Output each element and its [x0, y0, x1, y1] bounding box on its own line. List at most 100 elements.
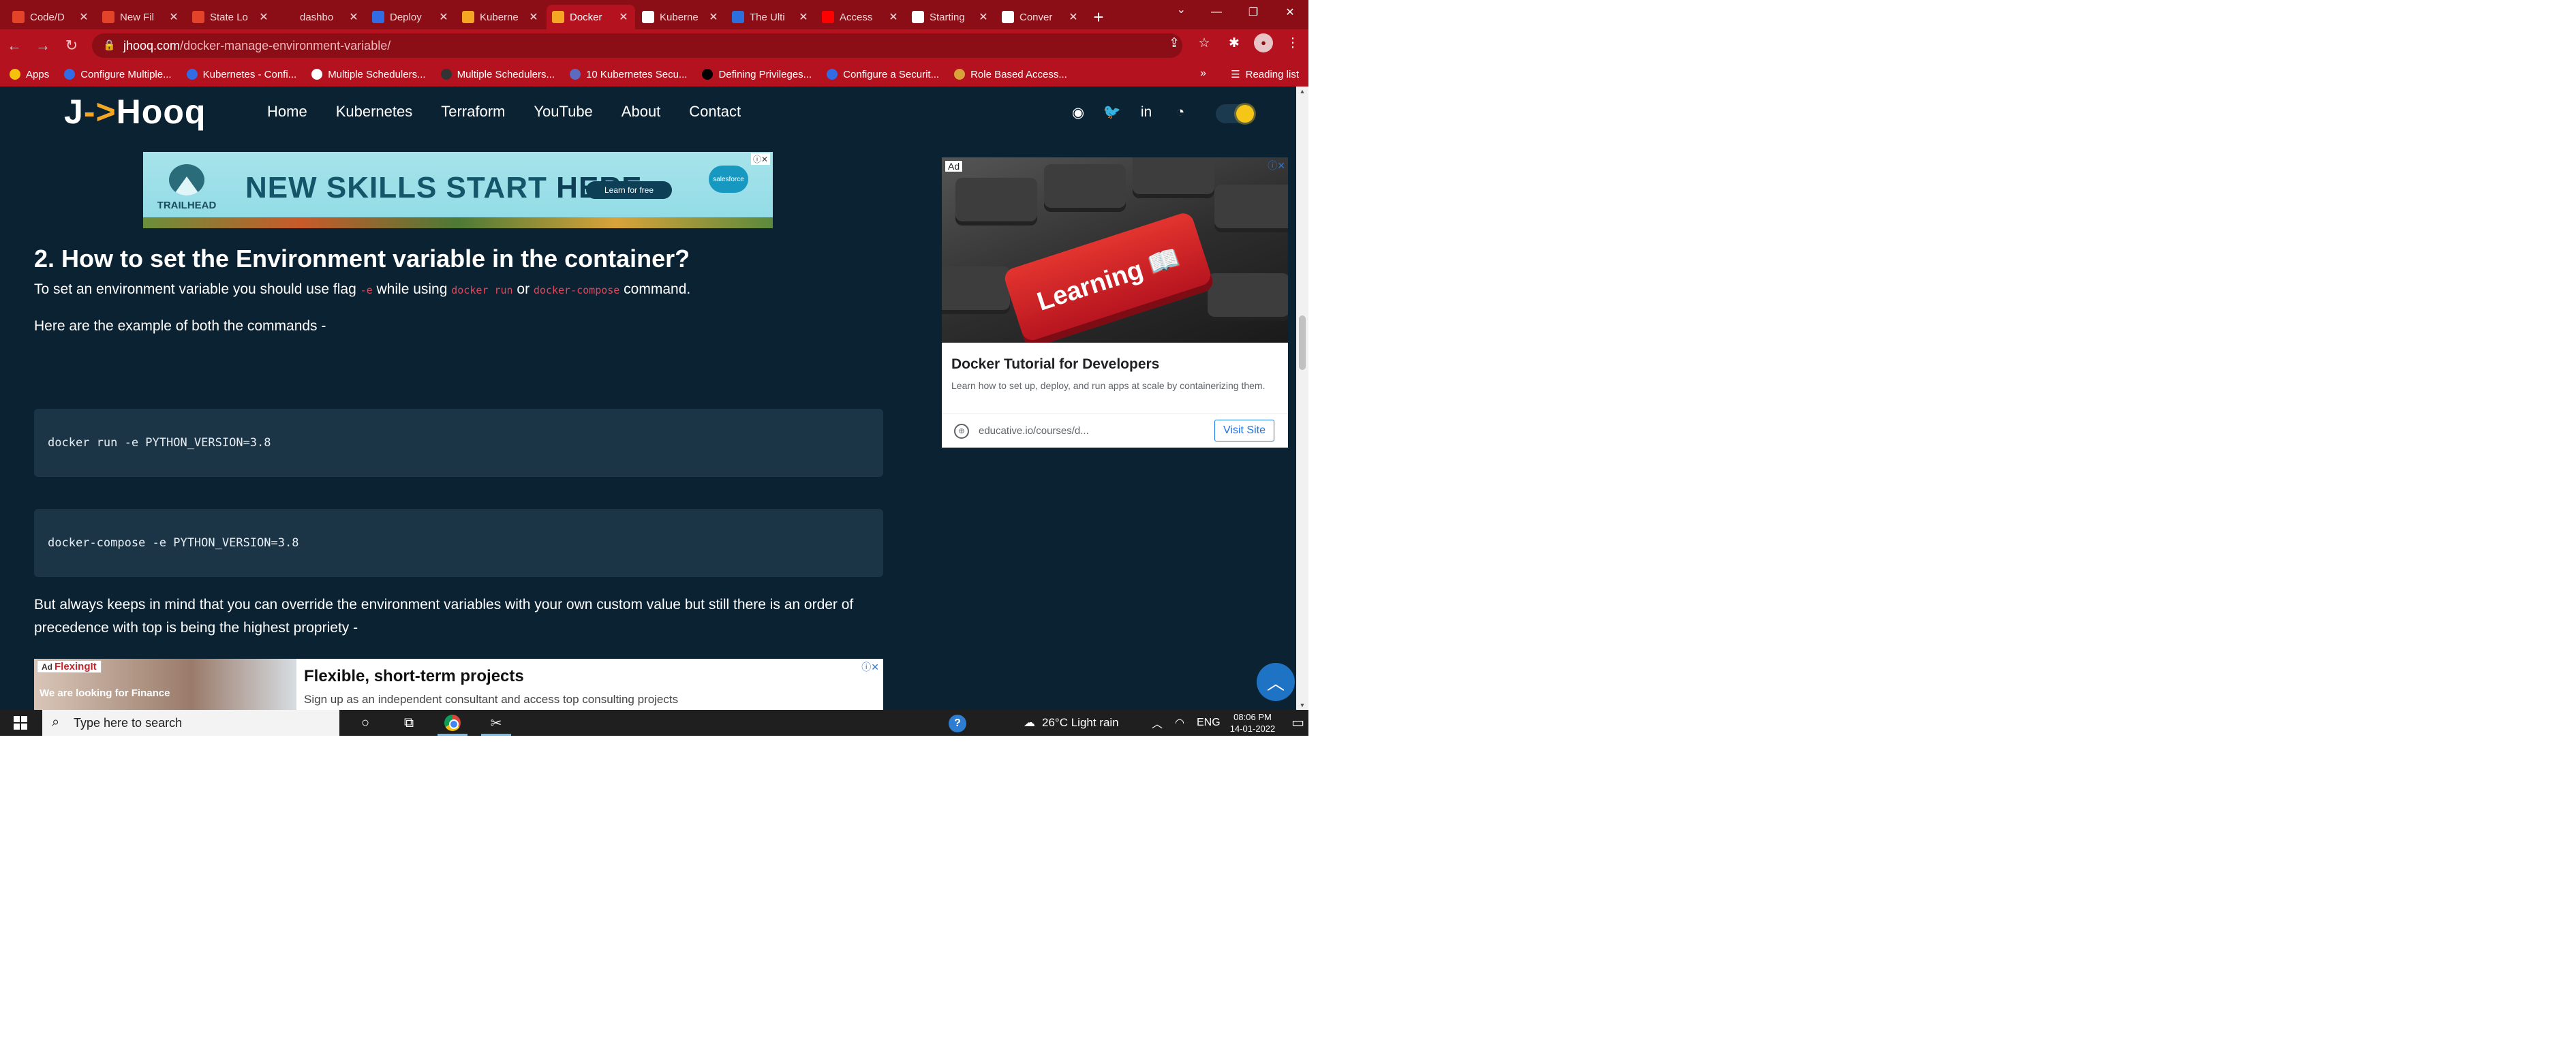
visit-site-button[interactable]: Visit Site	[1214, 420, 1274, 441]
task-view-icon[interactable]: ⧉	[387, 710, 431, 736]
nav-link-about[interactable]: About	[622, 103, 661, 121]
rss-icon[interactable]: ◔	[1172, 104, 1189, 121]
bookmark-item[interactable]: Multiple Schedulers...	[311, 69, 426, 80]
browser-tab[interactable]: Starting ✕	[906, 5, 995, 29]
nav-link-terraform[interactable]: Terraform	[441, 103, 505, 121]
scrollbar-thumb[interactable]	[1299, 315, 1306, 370]
tab-close-icon[interactable]: ✕	[438, 10, 450, 24]
ad-title[interactable]: Docker Tutorial for Developers	[951, 356, 1159, 373]
tab-close-icon[interactable]: ✕	[78, 10, 90, 24]
bookmark-item[interactable]: 10 Kubernetes Secu...	[570, 69, 687, 80]
tab-close-icon[interactable]: ✕	[617, 10, 630, 24]
tab-close-icon[interactable]: ✕	[348, 10, 360, 24]
docker-tutorial-ad[interactable]: Ad ⓘ✕ Learning 📖 Docker Tutorial for Deve…	[942, 157, 1288, 448]
chrome-taskbar-button[interactable]	[431, 710, 474, 736]
tab-close-icon[interactable]: ✕	[977, 10, 990, 24]
address-bar[interactable]: 🔒 jhooq.com/docker-manage-environment-va…	[92, 33, 1182, 58]
restore-icon[interactable]: ❐	[1235, 0, 1272, 25]
keyboard-key	[1208, 273, 1288, 321]
paragraph-examples: Here are the example of both the command…	[34, 318, 326, 334]
browser-tab[interactable]: Conver ✕	[996, 5, 1085, 29]
tab-close-icon[interactable]: ✕	[168, 10, 180, 24]
trailhead-banner-ad[interactable]: TRAILHEAD NEW SKILLS START HERE. Learn f…	[143, 152, 773, 228]
tray-overflow-chevron-icon[interactable]: ︿	[1152, 715, 1163, 731]
network-icon[interactable]: ◠	[1175, 716, 1184, 730]
browser-tab[interactable]: New Fil ✕	[97, 5, 185, 29]
tab-label: Docker	[570, 11, 602, 23]
browser-tab[interactable]: Access ✕	[816, 5, 905, 29]
scroll-down-arrow-icon[interactable]: ▼	[1296, 702, 1308, 709]
tab-close-icon[interactable]: ✕	[707, 10, 720, 24]
code-block-docker-run[interactable]: docker run -e PYTHON_VERSION=3.8	[34, 409, 883, 477]
bookmark-star-icon[interactable]: ☆	[1194, 35, 1214, 51]
snipping-tool-taskbar-button[interactable]: ✂	[474, 710, 518, 736]
browser-tab[interactable]: Kuberne ✕	[637, 5, 725, 29]
page-scrollbar[interactable]: ▲ ▼	[1296, 87, 1308, 710]
browser-tab[interactable]: dashbo ✕	[277, 5, 365, 29]
flexingit-banner-ad[interactable]: Ad FlexingIt We are looking for Finance F…	[34, 659, 883, 710]
tab-close-icon[interactable]: ✕	[887, 10, 900, 24]
site-logo[interactable]: J->Hooq	[64, 92, 206, 131]
twitter-icon[interactable]: 🐦	[1103, 104, 1121, 121]
forward-arrow-icon[interactable]: →	[29, 31, 57, 60]
bookmark-item[interactable]: Apps	[10, 69, 49, 80]
linkedin-icon[interactable]: in	[1138, 104, 1154, 121]
tab-search-icon[interactable]: ⌄	[1177, 3, 1186, 16]
tab-close-icon[interactable]: ✕	[1067, 10, 1079, 24]
reload-icon[interactable]: ↻	[57, 31, 86, 60]
taskbar-search-box[interactable]: ⌕ Type here to search	[42, 710, 339, 736]
ad-choices-close-icon[interactable]: ⓘ✕	[750, 153, 770, 165]
nav-link-kubernetes[interactable]: Kubernetes	[336, 103, 413, 121]
github-icon[interactable]: ◉	[1070, 104, 1086, 121]
back-arrow-icon[interactable]: ←	[0, 31, 29, 60]
section-title: 2. How to set the Environment variable i…	[34, 245, 690, 273]
ad-choices-close-icon[interactable]: ⓘ✕	[1268, 159, 1285, 172]
back-to-top-button[interactable]: ︿	[1257, 663, 1295, 701]
bookmark-item[interactable]: Kubernetes - Confi...	[186, 68, 297, 80]
share-icon[interactable]: ⇪	[1164, 35, 1184, 51]
close-window-icon[interactable]: ✕	[1272, 0, 1308, 25]
scroll-up-arrow-icon[interactable]: ▲	[1296, 88, 1308, 95]
system-clock[interactable]: 08:06 PM 14-01-2022	[1224, 711, 1281, 734]
extensions-puzzle-icon[interactable]: ✱	[1224, 35, 1244, 51]
browser-tab[interactable]: Docker ✕	[547, 5, 635, 29]
tab-label: The Ulti	[750, 11, 785, 23]
nav-link-home[interactable]: Home	[267, 103, 307, 121]
browser-tab[interactable]: Deploy ✕	[367, 5, 455, 29]
code-block-docker-compose[interactable]: docker-compose -e PYTHON_VERSION=3.8	[34, 509, 883, 577]
keyboard-key	[942, 266, 1010, 314]
bookmark-item[interactable]: Role Based Access...	[954, 69, 1067, 80]
learn-for-free-button[interactable]: Learn for free	[586, 181, 672, 199]
bookmark-item[interactable]: Multiple Schedulers...	[440, 69, 555, 80]
minimize-icon[interactable]: —	[1198, 0, 1235, 25]
help-icon[interactable]: ?	[949, 715, 966, 732]
bookmarks-overflow-button[interactable]: »	[1200, 67, 1206, 80]
language-indicator[interactable]: ENG	[1197, 717, 1221, 729]
tab-close-icon[interactable]: ✕	[527, 10, 540, 24]
notification-center-icon[interactable]: ▭	[1291, 714, 1304, 731]
inline-code-flag: -e	[360, 284, 373, 296]
new-tab-button[interactable]: +	[1086, 5, 1111, 29]
tab-close-icon[interactable]: ✕	[797, 10, 810, 24]
ad-choices-close-icon[interactable]: ⓘ✕	[861, 660, 879, 674]
start-button[interactable]	[0, 710, 41, 736]
toolbar-actions: ⇪ ☆ ✱ ● ⋮	[1164, 33, 1303, 52]
browser-tab[interactable]: State Lo ✕	[187, 5, 275, 29]
profile-avatar[interactable]: ●	[1254, 33, 1273, 52]
browser-tab[interactable]: Code/D ✕	[7, 5, 95, 29]
bookmark-item[interactable]: Configure Multiple...	[64, 69, 172, 80]
nav-link-youtube[interactable]: YouTube	[534, 103, 592, 121]
reading-list-button[interactable]: ☰ Reading list	[1231, 68, 1299, 81]
cortana-icon[interactable]: ○	[343, 710, 387, 736]
bookmark-label: Kubernetes - Confi...	[202, 68, 297, 80]
bookmark-item[interactable]: Defining Privileges...	[702, 69, 812, 80]
nav-link-contact[interactable]: Contact	[689, 103, 741, 121]
browser-tab[interactable]: The Ulti ✕	[726, 5, 815, 29]
bookmark-item[interactable]: Configure a Securit...	[827, 69, 939, 80]
tab-close-icon[interactable]: ✕	[258, 10, 270, 24]
weather-widget[interactable]: ☁ 26°C Light rain	[1024, 710, 1119, 736]
theme-toggle[interactable]	[1216, 104, 1255, 123]
menu-kebab-icon[interactable]: ⋮	[1283, 35, 1303, 51]
browser-tab[interactable]: Kuberne ✕	[457, 5, 545, 29]
ad-decoration	[143, 217, 773, 228]
